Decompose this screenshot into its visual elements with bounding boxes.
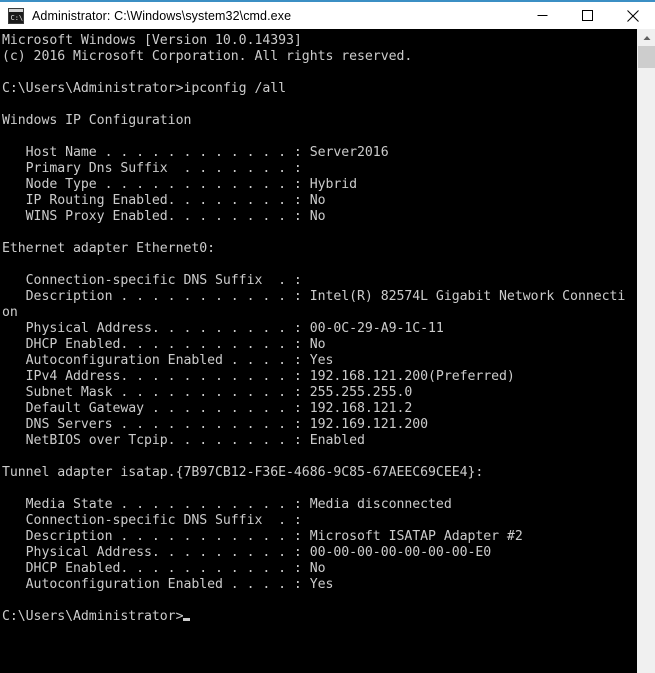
console-line: DHCP Enabled. . . . . . . . . . . : No (2, 337, 326, 352)
console-line: Ethernet adapter Ethernet0: (2, 241, 216, 256)
window-title: Administrator: C:\Windows\system32\cmd.e… (32, 8, 292, 23)
console-line: (c) 2016 Microsoft Corporation. All righ… (2, 49, 413, 64)
console-line: Description . . . . . . . . . . . : Inte… (2, 289, 626, 304)
console-output[interactable]: Microsoft Windows [Version 10.0.14393] (c… (0, 29, 637, 673)
svg-text:C:\: C:\ (11, 14, 24, 22)
console-line: Connection-specific DNS Suffix . : (2, 273, 302, 288)
close-button[interactable] (610, 2, 655, 29)
console-line: Autoconfiguration Enabled . . . . : Yes (2, 577, 334, 592)
console-line: Media State . . . . . . . . . . . : Medi… (2, 497, 452, 512)
console-line: Subnet Mask . . . . . . . . . . . : 255.… (2, 385, 413, 400)
console-line: on (2, 305, 18, 320)
console-line: Connection-specific DNS Suffix . : (2, 513, 302, 528)
vertical-scrollbar[interactable] (637, 29, 655, 673)
console-line: Physical Address. . . . . . . . . : 00-0… (2, 321, 444, 336)
console-line: C:\Users\Administrator>ipconfig /all (2, 81, 287, 96)
minimize-button[interactable] (520, 2, 565, 29)
console-line: NetBIOS over Tcpip. . . . . . . . : Enab… (2, 433, 365, 448)
console-area: Microsoft Windows [Version 10.0.14393] (c… (0, 29, 655, 673)
cmd-console-icon: C:\ (8, 7, 24, 24)
console-line: Default Gateway . . . . . . . . . : 192.… (2, 401, 413, 416)
scroll-up-arrow-icon[interactable] (638, 29, 655, 46)
console-line: Microsoft Windows [Version 10.0.14393] (2, 33, 302, 48)
console-line: Physical Address. . . . . . . . . : 00-0… (2, 545, 492, 560)
console-line: WINS Proxy Enabled. . . . . . . . : No (2, 209, 326, 224)
scrollbar-track[interactable] (638, 68, 655, 673)
title-bar[interactable]: C:\ Administrator: C:\Windows\system32\c… (0, 2, 655, 29)
console-line: DHCP Enabled. . . . . . . . . . . : No (2, 561, 326, 576)
console-line: IP Routing Enabled. . . . . . . . : No (2, 193, 326, 208)
text-cursor (183, 618, 191, 621)
maximize-button[interactable] (565, 2, 610, 29)
console-line: Description . . . . . . . . . . . : Micr… (2, 529, 523, 544)
cmd-window: C:\ Administrator: C:\Windows\system32\c… (0, 0, 655, 673)
console-line: Primary Dns Suffix . . . . . . . : (2, 161, 302, 176)
console-line: DNS Servers . . . . . . . . . . . : 192.… (2, 417, 429, 432)
console-line: Tunnel adapter isatap.{7B97CB12-F36E-468… (2, 465, 484, 480)
caption-button-group (520, 2, 655, 29)
console-line: Autoconfiguration Enabled . . . . : Yes (2, 353, 334, 368)
scrollbar-thumb[interactable] (638, 46, 655, 68)
console-line: Windows IP Configuration (2, 113, 192, 128)
console-line: Host Name . . . . . . . . . . . . : Serv… (2, 145, 389, 160)
console-line: C:\Users\Administrator> (2, 609, 637, 625)
console-line: IPv4 Address. . . . . . . . . . . : 192.… (2, 369, 515, 384)
console-line: Node Type . . . . . . . . . . . . : Hybr… (2, 177, 358, 192)
